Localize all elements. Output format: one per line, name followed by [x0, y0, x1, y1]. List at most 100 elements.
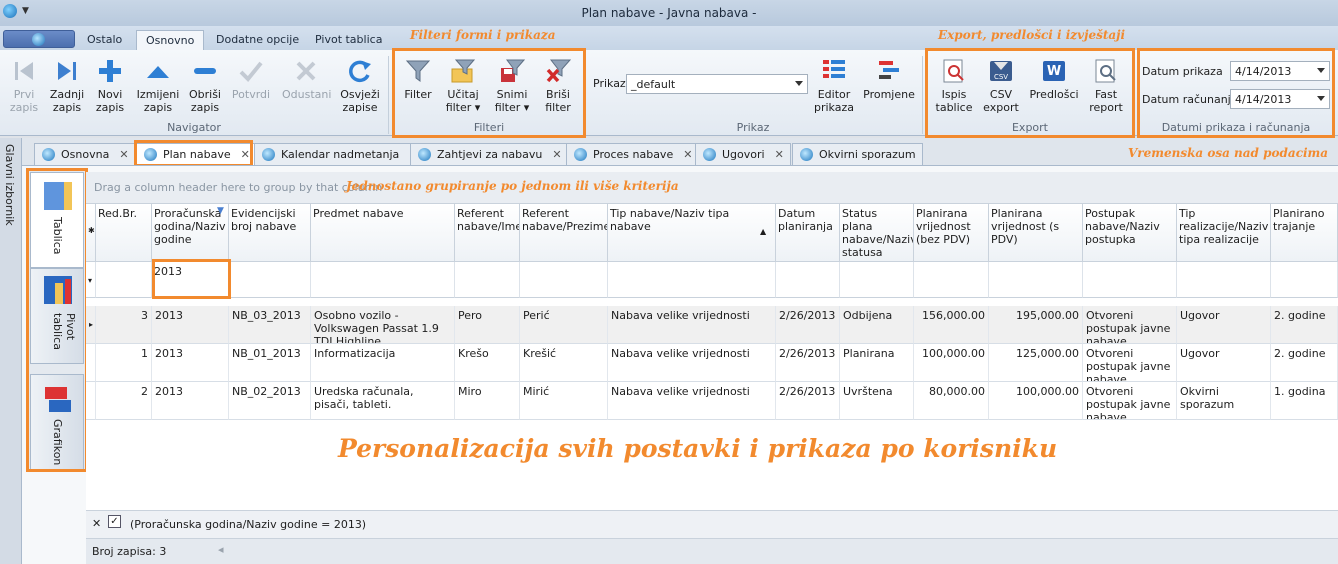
- row-indicator[interactable]: [86, 382, 96, 420]
- table-cell[interactable]: 1: [96, 344, 152, 382]
- row-indicator[interactable]: [86, 344, 96, 382]
- table-cell[interactable]: Krešo: [455, 344, 520, 382]
- table-cell[interactable]: 2/26/2013: [776, 344, 840, 382]
- column-header[interactable]: Tip nabave/Naziv tipa nabave: [608, 204, 776, 262]
- templates-button[interactable]: W Predlošci: [1028, 58, 1080, 101]
- column-header[interactable]: Evidencijski broj nabave: [229, 204, 311, 262]
- load-filter-button[interactable]: Učitaj filter ▾: [440, 58, 486, 114]
- table-cell[interactable]: Krešić: [520, 344, 608, 382]
- table-cell[interactable]: Informatizacija: [311, 344, 455, 382]
- save-filter-button[interactable]: Snimi filter ▾: [490, 58, 534, 114]
- table-cell[interactable]: NB_02_2013: [229, 382, 311, 420]
- close-icon[interactable]: ✕: [119, 148, 128, 161]
- column-header[interactable]: Planirana vrijednost (s PDV): [989, 204, 1083, 262]
- table-cell[interactable]: Osobno vozilo - Volkswagen Passat 1.9 TD…: [311, 306, 455, 344]
- fast-report-button[interactable]: Fast report: [1084, 58, 1128, 114]
- filter-cell[interactable]: [229, 262, 311, 298]
- main-menu-sidebar[interactable]: Glavni izbornik: [0, 138, 22, 564]
- table-cell[interactable]: 2/26/2013: [776, 382, 840, 420]
- table-cell[interactable]: Ugovor: [1177, 306, 1271, 344]
- last-record-button[interactable]: Zadnji zapis: [46, 58, 88, 114]
- table-cell[interactable]: Ugovor: [1177, 344, 1271, 382]
- application-menu-button[interactable]: [3, 30, 75, 48]
- filter-cell[interactable]: [96, 262, 152, 298]
- table-cell[interactable]: 3: [96, 306, 152, 344]
- table-cell[interactable]: 2013: [152, 306, 229, 344]
- filter-cell[interactable]: [989, 262, 1083, 298]
- tab-dodatne-opcije[interactable]: Dodatne opcije: [207, 30, 308, 50]
- group-by-panel[interactable]: Drag a column header here to group by th…: [86, 172, 1338, 204]
- tab-pivot-tablica[interactable]: Pivot tablica: [306, 30, 391, 50]
- delete-record-button[interactable]: Obriši zapis: [184, 58, 226, 114]
- table-cell[interactable]: 1. godina: [1271, 382, 1338, 420]
- table-cell[interactable]: 195,000.00: [989, 306, 1083, 344]
- table-cell[interactable]: 2013: [152, 382, 229, 420]
- table-cell[interactable]: NB_03_2013: [229, 306, 311, 344]
- table-cell[interactable]: Planirana: [840, 344, 914, 382]
- doc-tab-okvirni-sporazum[interactable]: Okvirni sporazum: [792, 143, 923, 165]
- doc-tab-kalendar-nadmetanja[interactable]: Kalendar nadmetanja✕: [254, 143, 426, 165]
- column-header[interactable]: Planirana vrijednost (bez PDV): [914, 204, 989, 262]
- table-cell[interactable]: Uvrštena: [840, 382, 914, 420]
- table-cell[interactable]: Pero: [455, 306, 520, 344]
- column-header[interactable]: Datum planiranja: [776, 204, 840, 262]
- changes-button[interactable]: Promjene: [862, 58, 916, 101]
- table-cell[interactable]: Odbijena: [840, 306, 914, 344]
- filter-cell[interactable]: [840, 262, 914, 298]
- table-cell[interactable]: 156,000.00: [914, 306, 989, 344]
- filter-cell[interactable]: [520, 262, 608, 298]
- table-cell[interactable]: Miro: [455, 382, 520, 420]
- table-cell[interactable]: 100,000.00: [989, 382, 1083, 420]
- column-filter-icon[interactable]: ▼: [217, 206, 224, 216]
- filter-cell[interactable]: [1271, 262, 1338, 298]
- datum-racunanja-picker[interactable]: 4/14/2013: [1230, 89, 1330, 109]
- column-header[interactable]: Referent nabave/Ime: [455, 204, 520, 262]
- table-cell[interactable]: 2/26/2013: [776, 306, 840, 344]
- csv-export-button[interactable]: CSV CSV export: [980, 58, 1022, 114]
- table-cell[interactable]: Nabava velike vrijednosti: [608, 306, 776, 344]
- filter-cell[interactable]: [914, 262, 989, 298]
- doc-tab-proces-nabave[interactable]: Proces nabave ✕: [566, 143, 700, 165]
- table-cell[interactable]: Okvirni sporazum: [1177, 382, 1271, 420]
- table-cell[interactable]: Perić: [520, 306, 608, 344]
- filter-button[interactable]: Filter: [400, 58, 436, 101]
- first-record-button[interactable]: Prvi zapis: [4, 58, 44, 114]
- filter-cell[interactable]: [455, 262, 520, 298]
- filter-enable-checkbox[interactable]: ✓: [108, 515, 121, 528]
- view-editor-button[interactable]: Editor prikaza: [812, 58, 856, 114]
- table-cell[interactable]: Otvoreni postupak javne nabave: [1083, 344, 1177, 382]
- filter-cell[interactable]: [1177, 262, 1271, 298]
- new-record-button[interactable]: Novi zapis: [90, 58, 130, 114]
- row-indicator[interactable]: ▸: [86, 306, 96, 344]
- print-table-button[interactable]: Ispis tablice: [932, 58, 976, 114]
- filter-cell[interactable]: [608, 262, 776, 298]
- column-header[interactable]: Tip realizacije/Naziv tipa realizacije: [1177, 204, 1271, 262]
- close-icon[interactable]: ✕: [552, 148, 561, 161]
- table-cell[interactable]: Uredska računala, pisači, tableti.: [311, 382, 455, 420]
- column-header[interactable]: Status plana nabave/Naziv statusa plana …: [840, 204, 914, 262]
- table-cell[interactable]: 2: [96, 382, 152, 420]
- table-cell[interactable]: 2013: [152, 344, 229, 382]
- datum-prikaza-picker[interactable]: 4/14/2013: [1230, 61, 1330, 81]
- scroll-left-icon[interactable]: ◂: [218, 543, 224, 556]
- column-header[interactable]: Referent nabave/Prezime: [520, 204, 608, 262]
- filter-cell[interactable]: [311, 262, 455, 298]
- column-header[interactable]: Predmet nabave: [311, 204, 455, 262]
- prikaz-select[interactable]: _default: [626, 74, 808, 94]
- refresh-button[interactable]: Osvježi zapise: [336, 58, 384, 114]
- doc-tab-osnovna[interactable]: Osnovna ✕: [34, 143, 136, 165]
- table-cell[interactable]: 125,000.00: [989, 344, 1083, 382]
- table-cell[interactable]: Nabava velike vrijednosti: [608, 382, 776, 420]
- doc-tab-ugovori[interactable]: Ugovori ✕: [695, 143, 791, 165]
- close-icon[interactable]: ✕: [775, 148, 784, 161]
- column-header[interactable]: Red.Br.: [96, 204, 152, 262]
- tab-ostalo[interactable]: Ostalo: [78, 30, 131, 50]
- column-header[interactable]: Postupak nabave/Naziv postupka: [1083, 204, 1177, 262]
- confirm-button[interactable]: Potvrdi: [228, 58, 274, 101]
- table-cell[interactable]: 2. godine: [1271, 344, 1338, 382]
- edit-record-button[interactable]: Izmijeni zapis: [134, 58, 182, 114]
- table-cell[interactable]: 80,000.00: [914, 382, 989, 420]
- table-cell[interactable]: NB_01_2013: [229, 344, 311, 382]
- filter-cell[interactable]: [1083, 262, 1177, 298]
- table-cell[interactable]: Mirić: [520, 382, 608, 420]
